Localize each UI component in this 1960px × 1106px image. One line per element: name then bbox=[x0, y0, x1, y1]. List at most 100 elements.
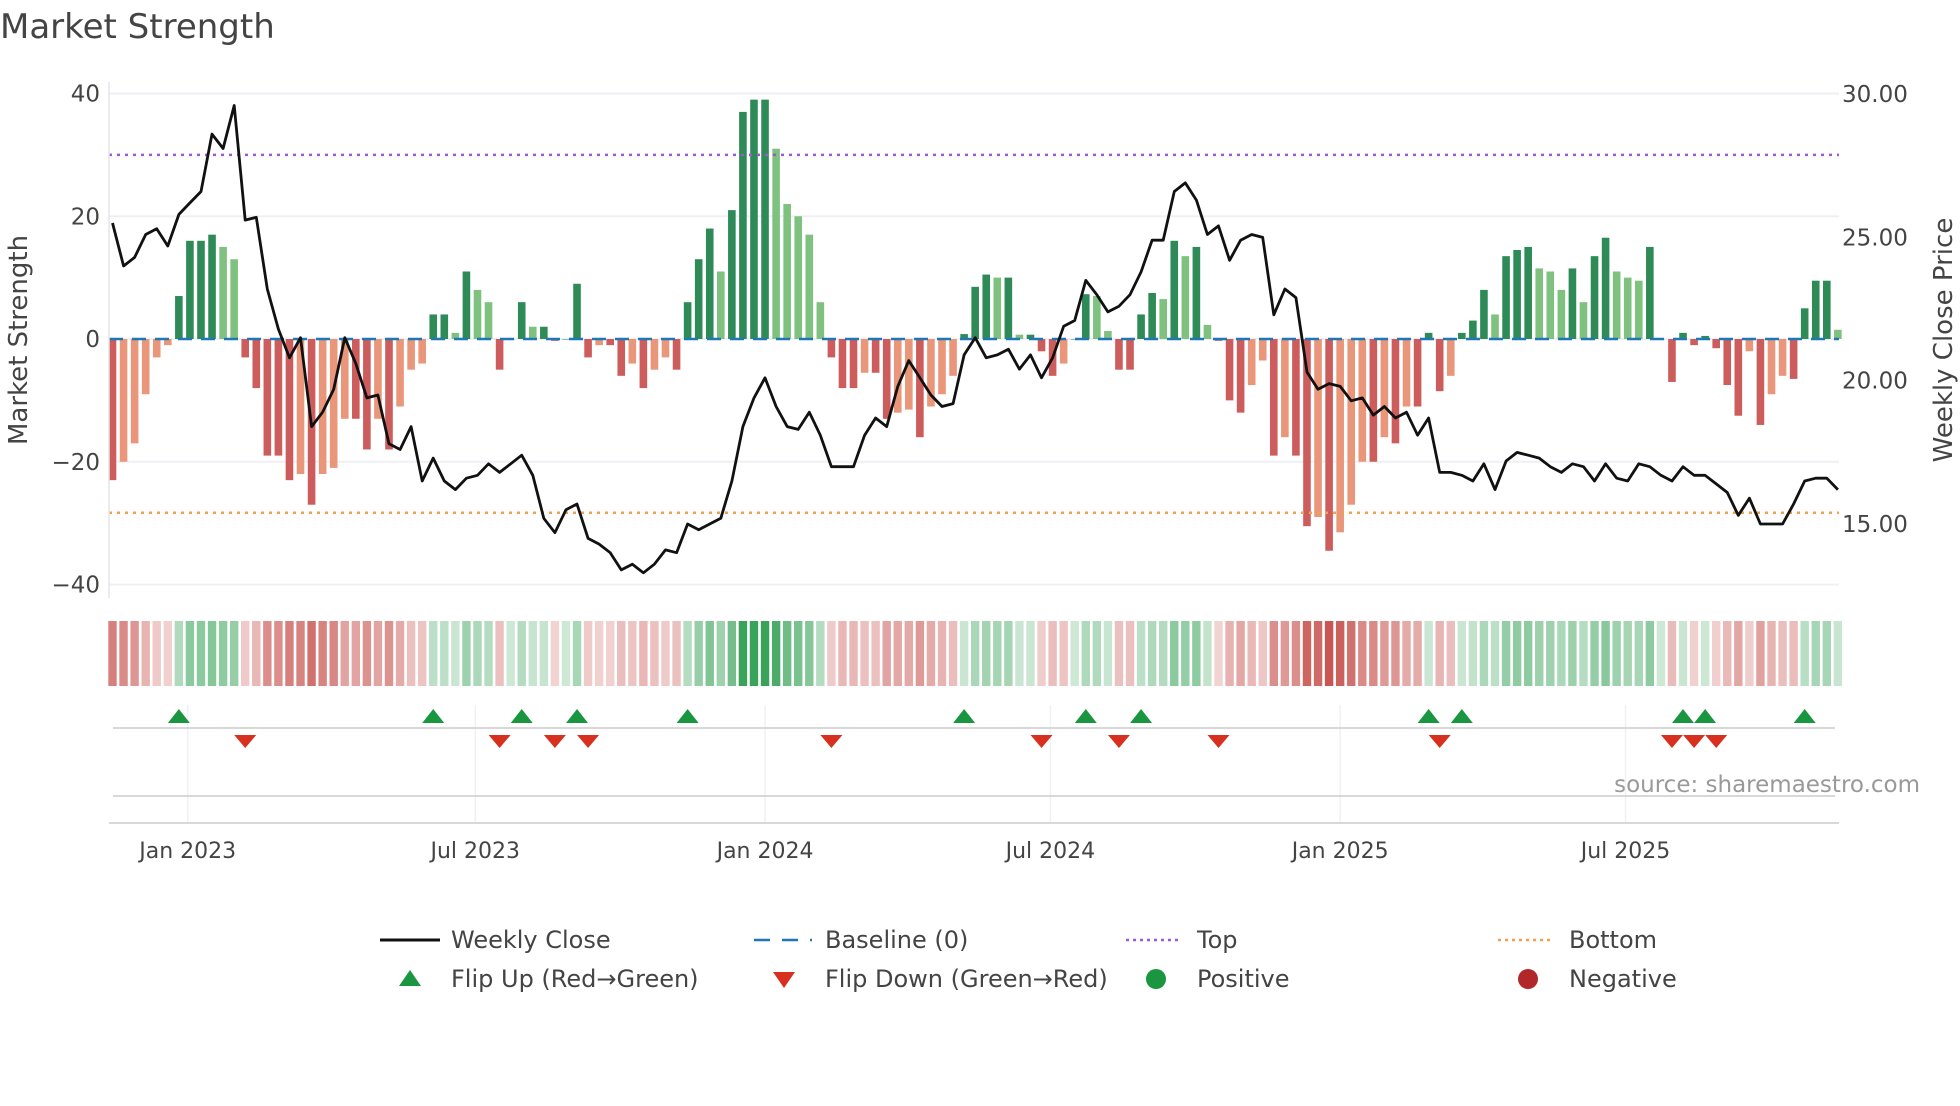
flip-up-marker bbox=[510, 709, 533, 723]
strength-bar bbox=[1590, 256, 1599, 339]
strength-heat-cell bbox=[384, 621, 394, 686]
strength-heat-cell bbox=[1645, 621, 1655, 686]
strength-heat-cell bbox=[970, 621, 980, 686]
strength-bar bbox=[606, 339, 614, 346]
strength-bar bbox=[1646, 246, 1654, 339]
strength-heat-cell bbox=[1125, 621, 1135, 686]
strength-bar bbox=[1247, 339, 1256, 386]
flip-down-marker bbox=[488, 735, 511, 748]
strength-bar bbox=[1491, 314, 1499, 339]
y2-axis-label: Weekly Close Price bbox=[1929, 218, 1959, 463]
strength-bar bbox=[241, 339, 250, 358]
strength-heat-cell bbox=[1081, 621, 1090, 686]
strength-bar bbox=[1546, 271, 1555, 339]
strength-heat-cell bbox=[1557, 621, 1566, 686]
strength-bar bbox=[772, 148, 780, 339]
strength-bar bbox=[1767, 339, 1776, 395]
strength-bar bbox=[1800, 308, 1809, 339]
strength-heat-cell bbox=[1457, 621, 1467, 686]
strength-heat-cell bbox=[1745, 621, 1754, 686]
strength-bar bbox=[462, 271, 471, 339]
strength-bar bbox=[407, 339, 415, 370]
strength-heat-cell bbox=[1734, 621, 1743, 686]
y-axis-label: Market Strength bbox=[4, 235, 34, 445]
strength-heat-cell bbox=[451, 621, 460, 686]
x-tick-label: Jan 2024 bbox=[715, 839, 814, 864]
strength-heat-cell bbox=[1114, 621, 1124, 686]
strength-bar bbox=[860, 339, 869, 373]
strength-heat-cell bbox=[1822, 621, 1831, 686]
strength-bar bbox=[1524, 246, 1532, 339]
strength-heat-cell bbox=[827, 621, 836, 686]
strength-bar bbox=[628, 339, 637, 364]
strength-heat-cell bbox=[1247, 621, 1256, 686]
strength-heat-cell bbox=[1678, 621, 1688, 686]
legend-label: Flip Up (Red→Green) bbox=[451, 965, 699, 993]
strength-bar bbox=[938, 339, 946, 395]
strength-bar bbox=[783, 203, 791, 339]
strength-heat-cell bbox=[1623, 621, 1632, 686]
strength-bar bbox=[717, 271, 725, 339]
strength-heat-cell bbox=[1811, 621, 1820, 686]
strength-bar bbox=[1081, 294, 1090, 339]
strength-heat-cell bbox=[1789, 621, 1798, 686]
strength-heat-cell bbox=[982, 621, 991, 686]
strength-heat-cell bbox=[915, 621, 925, 686]
strength-bar bbox=[750, 99, 758, 339]
strength-bar bbox=[639, 339, 648, 389]
strength-bar bbox=[1734, 339, 1743, 416]
strength-heat-cell bbox=[1391, 621, 1400, 686]
strength-bar bbox=[540, 326, 548, 339]
strength-heat-cell bbox=[583, 621, 593, 686]
strength-heat-cell bbox=[462, 621, 471, 686]
strength-bar bbox=[1347, 339, 1356, 505]
strength-bar bbox=[1834, 329, 1842, 339]
strength-bar bbox=[1325, 339, 1333, 551]
strength-heat-cell bbox=[1424, 621, 1433, 686]
strength-heat-cell bbox=[119, 621, 128, 686]
strength-bar bbox=[1037, 339, 1046, 352]
strength-bar bbox=[893, 339, 902, 413]
flip-down-marker bbox=[577, 735, 600, 748]
strength-heat-cell bbox=[1501, 621, 1511, 686]
strength-heat-cell bbox=[561, 621, 571, 686]
strength-heat-cell bbox=[1347, 621, 1356, 686]
strength-heat-cell bbox=[639, 621, 648, 686]
flip-up-marker bbox=[1793, 709, 1816, 723]
strength-heat-cell bbox=[141, 621, 150, 686]
strength-heat-cell bbox=[1103, 621, 1113, 686]
strength-heat-cell bbox=[1225, 621, 1234, 686]
strength-bar bbox=[838, 339, 847, 389]
strength-heat-cell bbox=[1546, 621, 1555, 686]
y2-tick-label: 25.00 bbox=[1842, 225, 1908, 251]
strength-bar bbox=[175, 296, 183, 339]
strength-bar bbox=[1258, 339, 1267, 361]
strength-heat-cell bbox=[1335, 621, 1345, 686]
strength-heat-cell bbox=[705, 621, 714, 686]
strength-bar bbox=[827, 339, 836, 358]
legend-label: Positive bbox=[1197, 965, 1290, 993]
x-tick-label: Jan 2025 bbox=[1290, 839, 1389, 864]
flip-up-marker bbox=[1074, 709, 1097, 723]
strength-heat-cell bbox=[1258, 621, 1267, 686]
strength-heat-cell bbox=[185, 621, 195, 686]
strength-heat-cell bbox=[1369, 621, 1378, 686]
strength-heat-cell bbox=[816, 621, 825, 686]
strength-bar bbox=[1270, 339, 1278, 456]
strength-bar bbox=[152, 339, 161, 358]
strength-heat-cell bbox=[683, 621, 692, 686]
flip-down-marker bbox=[820, 735, 843, 748]
strength-heat-cell bbox=[1446, 621, 1455, 686]
strength-heat-cell bbox=[1778, 621, 1787, 686]
strength-bar bbox=[1745, 339, 1754, 352]
strength-heat-cell bbox=[871, 621, 880, 686]
strength-bar bbox=[1811, 280, 1820, 339]
strength-heat-cell bbox=[1192, 621, 1201, 686]
y-tick-label: 0 bbox=[85, 327, 100, 353]
strength-heat-cell bbox=[1136, 621, 1146, 686]
strength-heat-cell bbox=[1170, 621, 1179, 686]
strength-bar bbox=[971, 286, 979, 339]
strength-heat-cell bbox=[1358, 621, 1367, 686]
strength-heat-cell bbox=[1214, 621, 1223, 686]
strength-bar bbox=[1668, 339, 1676, 382]
